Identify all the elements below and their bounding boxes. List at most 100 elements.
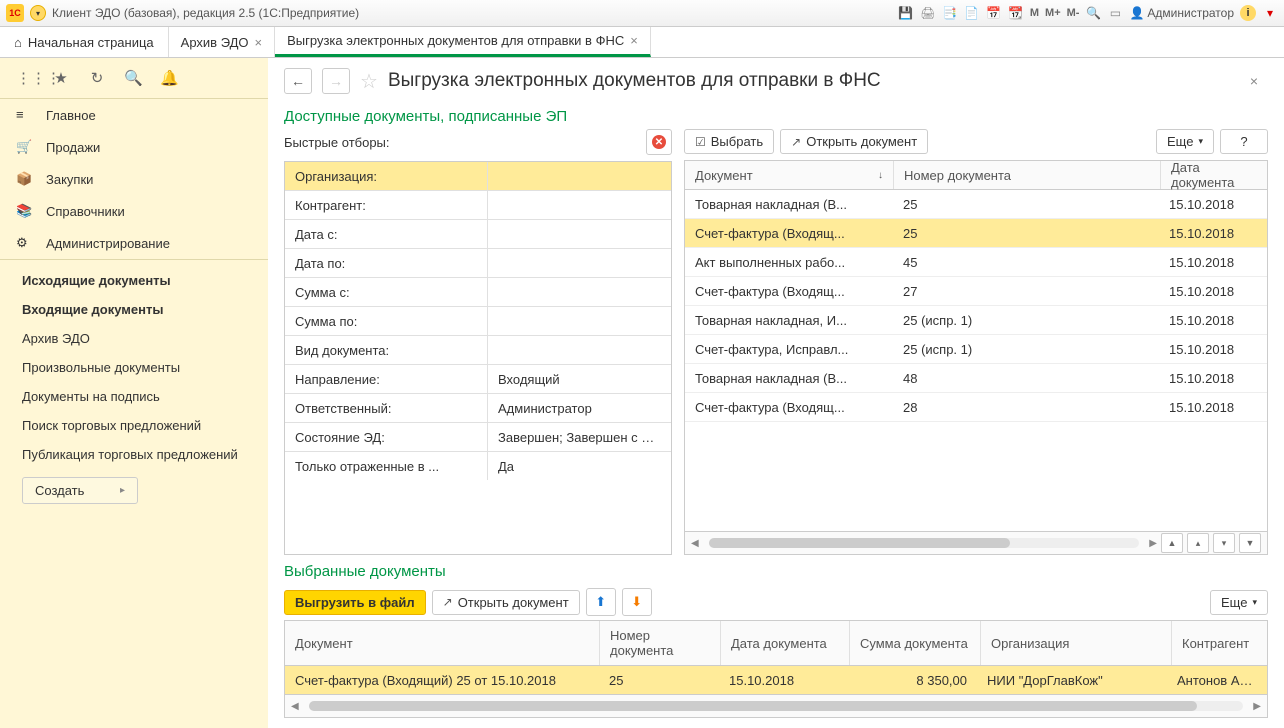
export-button[interactable]: Выгрузить в файл <box>284 590 426 615</box>
table-row[interactable]: Товарная накладная (В...2515.10.2018 <box>685 190 1267 219</box>
scroll-left-icon[interactable]: ◀ <box>691 538 699 549</box>
favorite-icon[interactable]: ☆ <box>360 69 378 94</box>
star-icon[interactable]: ★ <box>52 69 70 87</box>
filter-row[interactable]: Контрагент: <box>285 191 671 220</box>
scroll-right-icon[interactable]: ▶ <box>1149 538 1157 549</box>
sidebar-link-archive[interactable]: Архив ЭДО <box>0 324 268 353</box>
open-selected-button[interactable]: ↗Открыть документ <box>432 590 580 615</box>
nav-forward-button[interactable]: → <box>322 68 350 94</box>
table-row[interactable]: Товарная накладная (В...4815.10.2018 <box>685 364 1267 393</box>
table-row[interactable]: Счет-фактура (Входящ...2815.10.2018 <box>685 393 1267 422</box>
sidebar-link-publish[interactable]: Публикация торговых предложений <box>0 440 268 469</box>
filter-row[interactable]: Сумма по: <box>285 307 671 336</box>
sidebar-link-sign[interactable]: Документы на подпись <box>0 382 268 411</box>
save-icon[interactable]: 💾 <box>898 5 914 21</box>
scroll-left-icon[interactable]: ◀ <box>291 701 299 712</box>
col-number[interactable]: Номер документа <box>600 621 721 665</box>
sidebar-link-search-offers[interactable]: Поиск торговых предложений <box>0 411 268 440</box>
apps-icon[interactable]: ⋮⋮⋮ <box>16 69 34 87</box>
col-sum[interactable]: Сумма документа <box>850 621 981 665</box>
filter-row[interactable]: Вид документа: <box>285 336 671 365</box>
filter-row[interactable]: Направление:Входящий <box>285 365 671 394</box>
filter-value[interactable]: Завершен; Завершен с ис... <box>488 430 671 445</box>
bell-icon[interactable]: 🔔 <box>160 69 178 87</box>
menu-arrow-icon[interactable]: ▾ <box>1262 5 1278 21</box>
scroll-right-icon[interactable]: ▶ <box>1253 701 1261 712</box>
create-button[interactable]: Создать▸ <box>22 477 138 504</box>
more-button[interactable]: Еще ▾ <box>1156 129 1214 154</box>
col-date[interactable]: Дата документа <box>1161 161 1267 189</box>
close-icon[interactable]: × <box>630 33 638 48</box>
schedule-icon[interactable]: 📆 <box>1008 5 1024 21</box>
compare-icon[interactable]: 📑 <box>942 5 958 21</box>
filter-row[interactable]: Ответственный:Администратор <box>285 394 671 423</box>
nav-back-button[interactable]: ← <box>284 68 312 94</box>
help-button[interactable]: ? <box>1220 129 1268 154</box>
h-scrollbar[interactable] <box>709 538 1140 548</box>
close-icon[interactable]: × <box>255 35 263 50</box>
move-down-button[interactable]: ⬇ <box>622 588 652 616</box>
cell-date: 15.10.2018 <box>1159 371 1267 386</box>
sidebar-link-custom[interactable]: Произвольные документы <box>0 353 268 382</box>
sidebar-item-main[interactable]: ≡Главное <box>0 99 268 131</box>
zoom-icon[interactable]: 🔍 <box>1085 5 1101 21</box>
more-selected-button[interactable]: Еще ▾ <box>1210 590 1268 615</box>
panels-icon[interactable]: ▭ <box>1107 5 1123 21</box>
jump-bottom-button[interactable]: ▼ <box>1239 533 1261 553</box>
search-icon[interactable]: 🔍 <box>124 69 142 87</box>
dropdown-icon[interactable]: ▾ <box>30 5 46 21</box>
col-contractor[interactable]: Контрагент <box>1172 621 1267 665</box>
calendar-icon[interactable]: 📅 <box>986 5 1002 21</box>
jump-top-button[interactable]: ▲ <box>1161 533 1183 553</box>
history-icon[interactable]: ↻ <box>88 69 106 87</box>
sidebar-item-sales[interactable]: 🛒Продажи <box>0 131 268 163</box>
move-up-button[interactable]: ⬆ <box>586 588 616 616</box>
current-user[interactable]: 👤 Администратор <box>1129 6 1234 20</box>
clear-filters-button[interactable]: ✕ <box>646 129 672 155</box>
sidebar-item-purchases[interactable]: 📦Закупки <box>0 163 268 195</box>
filter-row[interactable]: Состояние ЭД:Завершен; Завершен с ис... <box>285 423 671 452</box>
table-row[interactable]: Счет-фактура (Входящ...2715.10.2018 <box>685 277 1267 306</box>
col-number[interactable]: Номер документа <box>894 161 1161 189</box>
tab-home[interactable]: ⌂ Начальная страница <box>0 27 169 57</box>
table-row[interactable]: Счет-фактура, Исправл...25 (испр. 1)15.1… <box>685 335 1267 364</box>
table-row[interactable]: Счет-фактура (Входящий) 25 от 15.10.2018… <box>285 666 1267 694</box>
filter-value[interactable]: Входящий <box>488 372 671 387</box>
col-document[interactable]: Документ↓ <box>685 161 894 189</box>
scrollbar-thumb[interactable] <box>709 538 1010 548</box>
col-document[interactable]: Документ <box>285 621 600 665</box>
table-row[interactable]: Счет-фактура (Входящ...2515.10.2018 <box>685 219 1267 248</box>
select-button[interactable]: ☑Выбрать <box>684 129 774 154</box>
filter-row[interactable]: Сумма с: <box>285 278 671 307</box>
col-date[interactable]: Дата документа <box>721 621 850 665</box>
close-button[interactable]: × <box>1250 73 1268 89</box>
sidebar-link-in[interactable]: Входящие документы <box>0 295 268 324</box>
cell-doc: Счет-фактура (Входящ... <box>685 400 893 415</box>
filter-row[interactable]: Только отраженные в ...Да <box>285 452 671 480</box>
info-icon[interactable]: i <box>1240 5 1256 21</box>
cart-icon: 🛒 <box>16 139 32 155</box>
m-plus-button[interactable]: M+ <box>1045 7 1061 19</box>
tab-export-fns[interactable]: Выгрузка электронных документов для отпр… <box>275 27 651 57</box>
filter-row[interactable]: Организация: <box>285 162 671 191</box>
m-button[interactable]: M <box>1030 7 1039 19</box>
sidebar-link-out[interactable]: Исходящие документы <box>0 266 268 295</box>
filter-row[interactable]: Дата по: <box>285 249 671 278</box>
row-up-button[interactable]: ▴ <box>1187 533 1209 553</box>
calc-icon[interactable]: 📄 <box>964 5 980 21</box>
sidebar-item-admin[interactable]: ⚙Администрирование <box>0 227 268 259</box>
filter-value[interactable]: Да <box>488 459 671 474</box>
col-org[interactable]: Организация <box>981 621 1172 665</box>
m-minus-button[interactable]: M- <box>1067 7 1080 19</box>
filter-row[interactable]: Дата с: <box>285 220 671 249</box>
tab-archive[interactable]: Архив ЭДО × <box>169 27 275 57</box>
scrollbar-thumb[interactable] <box>309 701 1197 711</box>
open-doc-button[interactable]: ↗Открыть документ <box>780 129 928 154</box>
filter-value[interactable]: Администратор <box>488 401 671 416</box>
print-icon[interactable]: 🖨 <box>920 5 936 21</box>
sidebar-item-refs[interactable]: 📚Справочники <box>0 195 268 227</box>
h-scrollbar[interactable] <box>309 701 1244 711</box>
table-row[interactable]: Товарная накладная, И...25 (испр. 1)15.1… <box>685 306 1267 335</box>
row-down-button[interactable]: ▾ <box>1213 533 1235 553</box>
table-row[interactable]: Акт выполненных рабо...4515.10.2018 <box>685 248 1267 277</box>
